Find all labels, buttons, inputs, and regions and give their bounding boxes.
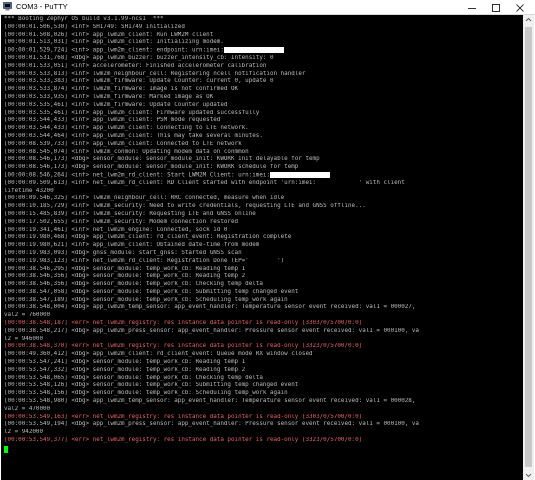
log-line: [00:00:09.546,325] <inf> lwm2m_neighbour… <box>4 195 285 202</box>
log-line: [00:00:53.549,163] <err> net_lwm2m_regis… <box>4 413 363 420</box>
log-line: [00:00:03.535,461] <inf> app_lwm2m_clien… <box>4 109 260 116</box>
log-line: [00:00:38.546,356] <dbg> sensor_module: … <box>4 273 246 280</box>
minimize-icon <box>468 8 476 9</box>
log-line: [00:00:49.360,412] <dbg> app_lwm2m_clien… <box>4 351 313 358</box>
vertical-scrollbar[interactable] <box>523 15 534 480</box>
log-line: [00:00:03.535,461] <inf> lwm2m_firmware:… <box>4 101 228 108</box>
log-line: [00:00:03.533,935] <inf> lwm2m_firmware:… <box>4 93 214 100</box>
log-line: [00:00:03.533,813] <inf> lwm2m_neighbour… <box>4 70 306 77</box>
log-line: [00:00:38.547,189] <dbg> sensor_module: … <box>4 296 288 303</box>
log-line: [00:00:53.548,156] <dbg> sensor_module: … <box>4 390 288 397</box>
log-line: [00:00:19.983,093] <dbg> gnss_module: st… <box>4 249 242 256</box>
log-line: [00:00:08.539,733] <inf> app_lwm2m_clien… <box>4 140 242 147</box>
log-line: [00:00:38.546,356] <dbg> sensor_module: … <box>4 281 263 288</box>
log-line: [00:00:38.548,370] <err> net_lwm2m_regis… <box>4 343 363 350</box>
log-line: [00:00:53.548,065] <dbg> sensor_module: … <box>4 374 263 381</box>
log-line: [00:00:08.545,074] <inf> lwm2m_conmon: U… <box>4 148 249 155</box>
log-line: [00:00:03.544,433] <inf> app_lwm2m_clien… <box>4 117 221 124</box>
log-line: [00:00:17.502,655] <inf> lwm2m_security:… <box>4 218 239 225</box>
log-line: [00:00:38.546,295] <dbg> sensor_module: … <box>4 265 246 272</box>
log-line: [00:00:53.548,980] <dbg> app_lwm2m_temp_… <box>4 398 416 405</box>
scrollbar-thumb[interactable] <box>525 27 532 467</box>
terminal-output: *** Booting Zephyr OS build v3.1.99-ncs1… <box>4 16 519 445</box>
log-line: l2 = 946000 <box>4 335 44 342</box>
minimize-button[interactable] <box>461 0 483 14</box>
log-line: l2 = 942000 <box>4 429 44 436</box>
log-line: [00:00:19.983,123] <inf> net_lwm2m_rd_cl… <box>4 257 285 264</box>
log-line: [00:00:53.548,126] <dbg> sensor_module: … <box>4 382 299 389</box>
log-line: [00:00:53.549,194] <dbg> app_lwm2m_press… <box>4 421 419 428</box>
log-line: [00:00:38.547,058] <dbg> sensor_module: … <box>4 288 299 295</box>
log-line: [00:00:08.546,264] <inf> net_lwm2m_rd_cl… <box>4 171 519 180</box>
log-line: val2 = 470000 <box>4 405 51 412</box>
log-line: [00:00:15.485,839] <inf> lwm2m_security:… <box>4 210 256 217</box>
close-icon <box>516 4 524 12</box>
window-title: COM3 - PuTTY <box>16 2 68 11</box>
log-line: [00:00:38.548,004] <dbg> app_lwm2m_temp_… <box>4 304 416 311</box>
log-line: [00:00:01.506,530] <inf> SH1749: SH1749 … <box>4 23 185 30</box>
log-line: [00:00:08.546,173] <dbg> sensor_module: … <box>4 156 320 163</box>
log-line: [00:00:08.546,173] <dbg> sensor_module: … <box>4 164 299 171</box>
terminal-cursor <box>4 445 8 453</box>
log-line: [00:00:10.185,729] <inf> lwm2m_security:… <box>4 203 366 210</box>
log-line: lifetime 43200 <box>4 187 54 194</box>
log-line: [00:00:38.548,217] <dbg> app_lwm2m_press… <box>4 327 419 334</box>
log-line: val2 = 760000 <box>4 312 51 319</box>
log-line: [00:00:03.544,464] <inf> app_lwm2m_clien… <box>4 132 263 139</box>
log-line: [00:00:01.531,768] <dbg> app_lwm2m_buzze… <box>4 54 274 61</box>
close-button[interactable] <box>509 0 531 14</box>
scroll-down-icon[interactable] <box>523 470 534 480</box>
maximize-button[interactable] <box>485 0 507 14</box>
redacted-value <box>270 171 330 178</box>
log-line: [00:00:53.549,377] <err> net_lwm2m_regis… <box>4 437 363 444</box>
terminal-area[interactable]: *** Booting Zephyr OS build v3.1.99-ncs1… <box>1 15 534 480</box>
maximize-icon <box>492 4 500 12</box>
scroll-up-icon[interactable] <box>523 15 534 25</box>
putty-app-icon <box>3 2 12 11</box>
log-line: [00:00:19.341,461] <inf> net_lwm2m_engin… <box>4 226 228 233</box>
log-line: [00:00:01.508,026] <inf> app_lwm2m_clien… <box>4 31 214 38</box>
log-line: [00:00:03.544,433] <inf> app_lwm2m_clien… <box>4 125 249 132</box>
log-line: [00:00:03.533,383] <inf> lwm2m_firmware:… <box>4 78 274 85</box>
log-line: [00:00:01.533,051] <inf> accelerometer: … <box>4 62 267 69</box>
log-line: [00:00:53.547,241] <dbg> sensor_module: … <box>4 359 246 366</box>
log-line: [00:00:19.980,621] <inf> app_lwm2m_clien… <box>4 242 260 249</box>
redacted-value <box>223 47 284 54</box>
log-line: [00:00:03.533,874] <inf> lwm2m_firmware:… <box>4 86 239 93</box>
log-line: [00:00:19.980,468] <dbg> app_lwm2m_clien… <box>4 234 292 241</box>
log-line: *** Booting Zephyr OS build v3.1.99-ncs1… <box>4 16 164 22</box>
log-line: [00:00:38.548,187] <err> net_lwm2m_regis… <box>4 320 363 327</box>
log-line: [00:00:01.513,031] <inf> app_lwm2m_clien… <box>4 39 224 46</box>
log-line: [00:00:01.529,724] <inf> app_lwm2m_clien… <box>4 47 519 55</box>
putty-window: COM3 - PuTTY *** Booting Zephyr OS build… <box>0 0 535 480</box>
title-bar[interactable]: COM3 - PuTTY <box>0 0 535 15</box>
log-line: [00:00:09.509,613] <inf> net_lwm2m_rd_cl… <box>4 179 405 186</box>
log-line: [00:00:53.547,332] <dbg> sensor_module: … <box>4 366 246 373</box>
